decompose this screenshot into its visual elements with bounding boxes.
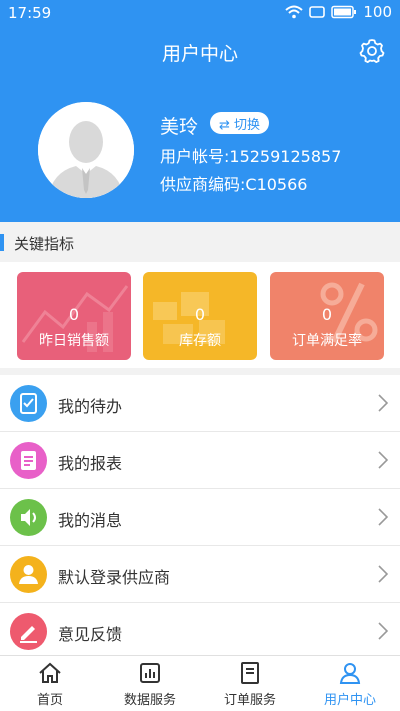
status-time: 17:59 [8,4,52,22]
tab-order-service[interactable]: 订单服务 [200,656,300,711]
metric-label: 订单满足率 [292,333,362,349]
home-icon [39,662,61,683]
header: 17:59 100 用户中心 美玲 ⇄ 切换 用户帐号:15259125857 … [0,0,400,222]
wifi-icon [285,5,304,19]
page-title: 用户中心 [161,43,238,65]
chevron-right-icon [378,622,388,640]
battery-level: 100 [363,3,392,21]
tab-label: 数据服务 [123,693,176,708]
status-bar: 17:59 100 [0,0,400,26]
menu-item-default-supplier[interactable]: 默认登录供应商 [0,546,400,603]
metric-card-order-rate[interactable]: 0 订单满足率 [270,272,384,360]
tab-data-service[interactable]: 数据服务 [100,656,200,711]
metric-card-stock[interactable]: 0 库存额 [143,272,257,360]
metric-value: 0 [68,305,80,324]
user-name: 美玲 [160,116,199,138]
chevron-right-icon [378,394,388,412]
section-accent-bar [0,234,4,251]
document-icon [241,662,259,684]
metric-card-sales[interactable]: 0 昨日销售额 [17,272,131,360]
default-avatar-icon [38,102,134,198]
tab-user-center[interactable]: 用户中心 [300,656,400,711]
user-account: 用户帐号:15259125857 [160,147,342,166]
metrics-panel: 0 昨日销售额 0 库存额 0 订单满足率 [0,262,400,368]
menu-item-report[interactable]: 我的报表 [0,432,400,489]
menu-item-message[interactable]: 我的消息 [0,489,400,546]
metric-label: 库存额 [179,333,221,349]
tab-label: 订单服务 [223,693,276,708]
chevron-right-icon [378,565,388,583]
menu-item-label: 意见反馈 [58,625,123,644]
gear-icon[interactable] [358,37,386,65]
feedback-icon [10,613,47,650]
metric-label: 昨日销售额 [39,333,109,349]
tab-home[interactable]: 首页 [0,656,100,711]
status-icons: 100 [285,3,392,21]
todo-icon [10,385,47,422]
user-icon [339,663,361,684]
chevron-right-icon [378,508,388,526]
avatar[interactable] [38,102,134,198]
tab-label: 用户中心 [323,693,376,708]
section-title: 关键指标 [14,235,75,253]
metric-value: 0 [321,305,333,324]
menu-item-todo[interactable]: 我的待办 [0,375,400,432]
switch-account-button[interactable]: ⇄ 切换 [210,112,270,134]
menu-list: 我的待办 我的报表 我的消息 默认登录供应商 意见反馈 [0,375,400,660]
menu-item-label: 我的消息 [58,511,123,530]
menu-item-feedback[interactable]: 意见反馈 [0,603,400,660]
chevron-right-icon [378,451,388,469]
chart-icon [140,663,160,683]
menu-item-label: 我的待办 [58,397,123,416]
supplier-icon [10,556,47,593]
battery-icon [331,5,357,19]
message-icon [10,499,47,536]
metric-value: 0 [194,305,206,324]
menu-item-label: 我的报表 [58,454,123,473]
tab-label: 首页 [36,693,63,708]
screen-icon [309,6,326,18]
bottom-tab-bar: 首页 数据服务 订单服务 用户中心 [0,655,400,711]
key-metrics-header: 关键指标 [0,222,400,262]
menu-item-label: 默认登录供应商 [58,568,171,587]
report-icon [10,442,47,479]
supplier-code: 供应商编码:C10566 [160,175,308,194]
